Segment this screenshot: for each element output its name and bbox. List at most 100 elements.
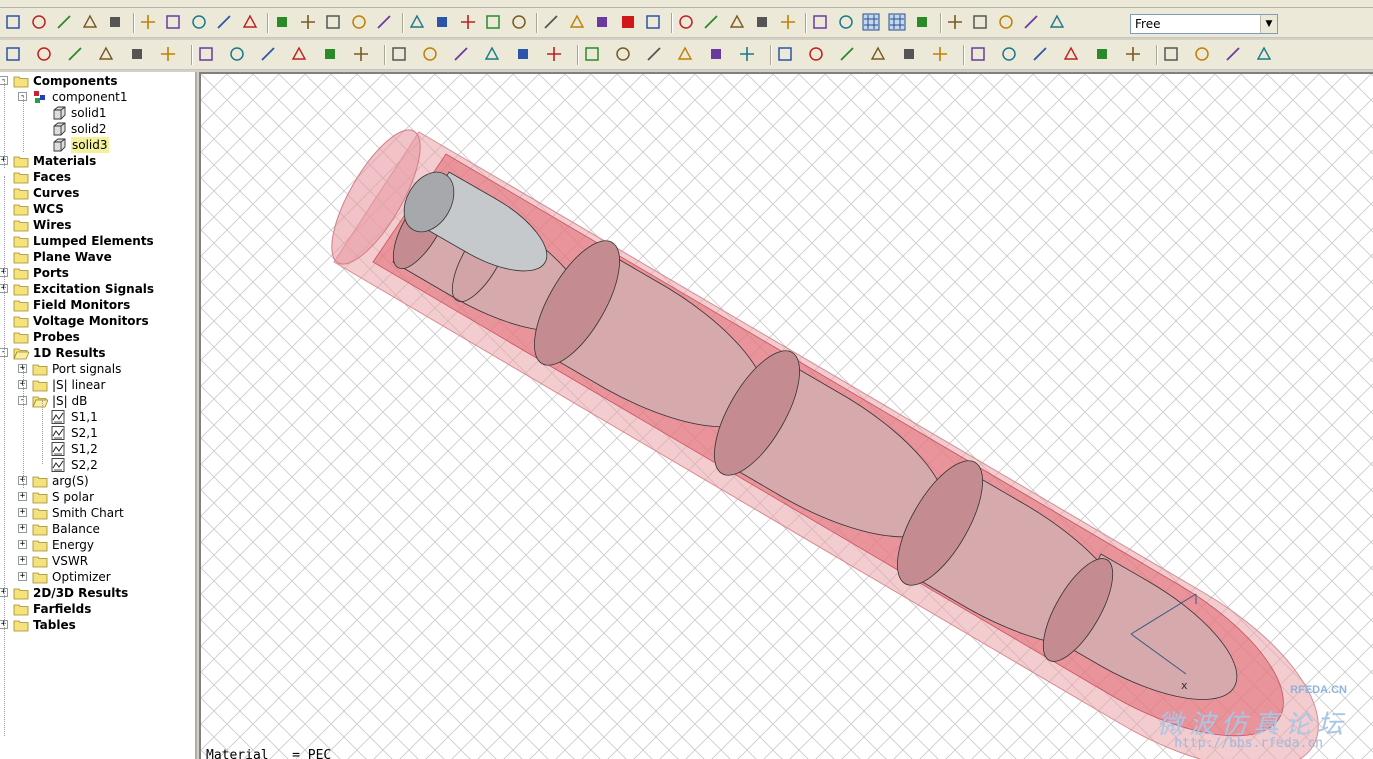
rotate-view-button[interactable]	[677, 13, 695, 31]
history-button[interactable]	[241, 13, 259, 31]
tree-item-farfields[interactable]: Farfields	[0, 601, 195, 617]
wireframe-button[interactable]	[913, 13, 931, 31]
tree-item-faces[interactable]: Faces	[0, 169, 195, 185]
rotate-profile-button[interactable]	[197, 45, 215, 63]
solver-button[interactable]	[593, 13, 611, 31]
tree-item-plane-wave[interactable]: Plane Wave	[0, 249, 195, 265]
result-button[interactable]	[931, 45, 949, 63]
extrude-button[interactable]	[228, 45, 246, 63]
mesh-button[interactable]	[676, 45, 694, 63]
tree-item-s-linear[interactable]: + |S| linear	[0, 377, 195, 393]
ellipsoid-button[interactable]	[159, 45, 177, 63]
delete-button[interactable]	[164, 13, 182, 31]
expand-toggle[interactable]: +	[18, 524, 27, 533]
stop-button[interactable]	[619, 13, 637, 31]
tree-item-balance[interactable]: + Balance	[0, 521, 195, 537]
pan-button[interactable]	[484, 13, 502, 31]
tree-item-s2-2[interactable]: S2,2	[0, 457, 195, 473]
loft-button[interactable]	[259, 45, 277, 63]
units-button[interactable]	[545, 45, 563, 63]
edge-button[interactable]	[408, 13, 426, 31]
expand-toggle[interactable]: +	[18, 572, 27, 581]
tree-item-tables[interactable]: + Tables	[0, 617, 195, 633]
tree-item-2d-3d-results[interactable]: +2D/3D Results	[0, 585, 195, 601]
tree-item-energy[interactable]: + Energy	[0, 537, 195, 553]
boolean-add-button[interactable]	[321, 45, 339, 63]
zoom-in-button[interactable]	[728, 13, 746, 31]
grid-button[interactable]	[888, 13, 906, 31]
tree-item-field-monitors[interactable]: Field Monitors	[0, 297, 195, 313]
paste-button[interactable]	[139, 13, 157, 31]
unlink-button[interactable]	[1048, 13, 1066, 31]
circle-button[interactable]	[324, 13, 342, 31]
tree-item-s2-1[interactable]: S2,1	[0, 425, 195, 441]
cross-edge-button[interactable]	[433, 13, 451, 31]
cone-button[interactable]	[97, 45, 115, 63]
expand-toggle[interactable]: +	[18, 540, 27, 549]
boolean-insert-button[interactable]	[421, 45, 439, 63]
parameter-button[interactable]	[215, 13, 233, 31]
mirror-button[interactable]	[514, 45, 532, 63]
tree-item-solid3[interactable]: solid3	[0, 137, 195, 153]
brick-button[interactable]	[459, 13, 477, 31]
link-button[interactable]	[1022, 13, 1040, 31]
shape-button[interactable]	[290, 45, 308, 63]
import-button[interactable]	[81, 13, 99, 31]
cut-plane-button[interactable]	[971, 13, 989, 31]
tree-item-excitation-signals[interactable]: + Excitation Signals	[0, 281, 195, 297]
torus-button[interactable]	[128, 45, 146, 63]
pick-point-button[interactable]	[4, 45, 22, 63]
tree-item-curves[interactable]: Curves	[0, 185, 195, 201]
tree-item-s-polar[interactable]: + S polar	[0, 489, 195, 505]
coordinate-button[interactable]	[969, 45, 987, 63]
zoom-fit-button[interactable]	[811, 13, 829, 31]
tree-item-components[interactable]: - Components	[0, 73, 195, 89]
zoom-box-button[interactable]	[753, 13, 771, 31]
excitation-button[interactable]	[568, 13, 586, 31]
tree-item-1d-results[interactable]: -1D Results	[0, 345, 195, 361]
axes-button[interactable]	[862, 13, 880, 31]
polyline-button[interactable]	[299, 13, 317, 31]
line-button[interactable]	[273, 13, 291, 31]
boundary-button[interactable]	[614, 45, 632, 63]
zoom-button[interactable]	[779, 13, 797, 31]
tree-item-smith-chart[interactable]: + Smith Chart	[0, 505, 195, 521]
symmetry-button[interactable]	[645, 45, 663, 63]
anchor-button[interactable]	[510, 13, 528, 31]
monitor-button[interactable]	[738, 45, 756, 63]
boolean-subtract-button[interactable]	[352, 45, 370, 63]
background-button[interactable]	[583, 45, 601, 63]
frequency-domain-button[interactable]	[869, 45, 887, 63]
tree-item-materials[interactable]: + Materials	[0, 153, 195, 169]
tree-item-probes[interactable]: Probes	[0, 329, 195, 345]
tree-item-voltage-monitors[interactable]: Voltage Monitors	[0, 313, 195, 329]
print-button[interactable]	[55, 13, 73, 31]
tree-item-port-signals[interactable]: + Port signals	[0, 361, 195, 377]
eigenmode-button[interactable]	[900, 45, 918, 63]
save-button[interactable]	[30, 13, 48, 31]
shade-button[interactable]	[946, 13, 964, 31]
local-wcs-button[interactable]	[1000, 45, 1018, 63]
tree-item-arg-s[interactable]: + arg(S)	[0, 473, 195, 489]
rotate-wcs-button[interactable]	[1062, 45, 1080, 63]
move-view-button[interactable]	[702, 13, 720, 31]
chevron-down-icon[interactable]: ▼	[1260, 15, 1277, 33]
tree-item-s1-1[interactable]: S1,1	[0, 409, 195, 425]
show-button[interactable]	[1224, 45, 1242, 63]
transform-button[interactable]	[452, 45, 470, 63]
template-button[interactable]	[807, 45, 825, 63]
tree-item-ports[interactable]: + Ports	[0, 265, 195, 281]
move-wcs-button[interactable]	[1031, 45, 1049, 63]
open-folder-button[interactable]	[4, 13, 22, 31]
tree-item-vswr[interactable]: + VSWR	[0, 553, 195, 569]
transparency-button[interactable]	[997, 13, 1015, 31]
sphere-button[interactable]	[35, 45, 53, 63]
3d-viewport[interactable]: x Material = PEC RFEDA.CN 微波仿真论坛 http://…	[199, 72, 1373, 759]
tree-item-solid2[interactable]: solid2	[0, 121, 195, 137]
properties-button[interactable]	[1255, 45, 1273, 63]
group-button[interactable]	[1162, 45, 1180, 63]
ellipse-button[interactable]	[350, 13, 368, 31]
signal-button[interactable]	[776, 45, 794, 63]
time-domain-button[interactable]	[838, 45, 856, 63]
cut-button[interactable]	[106, 13, 124, 31]
